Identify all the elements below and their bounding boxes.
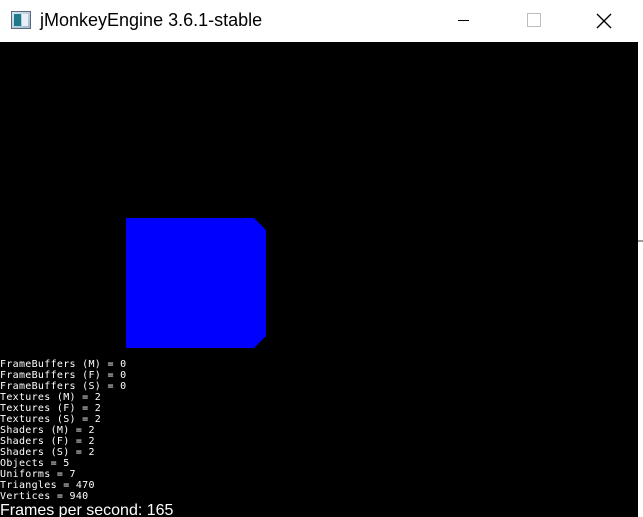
stat-shaders-s: Shaders (S) = 2 bbox=[0, 447, 95, 458]
app-icon[interactable] bbox=[11, 11, 31, 29]
stat-framebuffers-f: FrameBuffers (F) = 0 bbox=[0, 370, 127, 381]
close-button[interactable] bbox=[580, 0, 626, 42]
stat-shaders-m: Shaders (M) = 2 bbox=[0, 425, 95, 436]
minimize-button[interactable] bbox=[441, 0, 487, 42]
stat-objects: Objects = 5 bbox=[0, 458, 70, 469]
stat-textures-s: Textures (S) = 2 bbox=[0, 414, 102, 425]
stat-triangles: Triangles = 470 bbox=[0, 480, 95, 491]
maximize-button[interactable] bbox=[510, 0, 556, 42]
app-icon-panel bbox=[14, 14, 21, 26]
stat-framebuffers-s: FrameBuffers (S) = 0 bbox=[0, 381, 127, 392]
app-icon-panel-light bbox=[22, 14, 28, 26]
window-border-right bbox=[638, 42, 643, 517]
render-viewport[interactable]: FrameBuffers (M) = 0 FrameBuffers (F) = … bbox=[0, 42, 638, 517]
blue-box bbox=[126, 218, 266, 348]
stats-overlay: FrameBuffers (M) = 0 FrameBuffers (F) = … bbox=[0, 359, 126, 502]
stat-shaders-f: Shaders (F) = 2 bbox=[0, 436, 95, 447]
stat-uniforms: Uniforms = 7 bbox=[0, 469, 76, 480]
window-title: jMonkeyEngine 3.6.1-stable bbox=[40, 10, 263, 30]
app-window: jMonkeyEngine 3.6.1-stable FrameBuffers … bbox=[0, 0, 643, 517]
stat-textures-f: Textures (F) = 2 bbox=[0, 403, 102, 414]
title-bar[interactable]: jMonkeyEngine 3.6.1-stable bbox=[0, 0, 643, 42]
stat-framebuffers-m: FrameBuffers (M) = 0 bbox=[0, 359, 127, 370]
maximize-icon bbox=[527, 13, 541, 27]
stat-textures-m: Textures (M) = 2 bbox=[0, 392, 102, 403]
stat-vertices: Vertices = 940 bbox=[0, 491, 89, 502]
close-icon bbox=[596, 13, 612, 29]
minimize-icon bbox=[458, 20, 469, 21]
fps-counter: Frames per second: 165 bbox=[0, 502, 174, 517]
border-marker bbox=[638, 240, 643, 242]
